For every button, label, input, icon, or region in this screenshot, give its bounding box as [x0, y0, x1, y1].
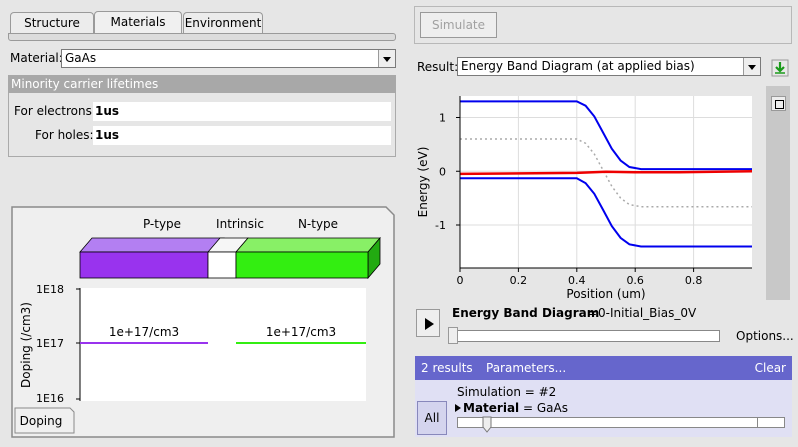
playback-title: Energy Band Diagram: [452, 306, 600, 320]
tab-structure-label: Structure: [24, 16, 80, 30]
playback-equals: =: [587, 306, 598, 320]
tab-materials[interactable]: Materials: [94, 11, 182, 34]
param-slider-divider: [757, 418, 758, 427]
param-name: Material: [463, 401, 520, 415]
y-tick-label: 1: [439, 112, 446, 125]
expand-triangle-icon[interactable]: [455, 404, 461, 412]
x-tick-label: 0.6: [626, 274, 644, 287]
holes-label: For holes:: [35, 128, 94, 142]
download-icon[interactable]: [771, 59, 789, 77]
electrons-label: For electrons:: [14, 104, 96, 118]
tab-panel-edge: [8, 33, 396, 41]
all-button[interactable]: All: [417, 401, 447, 435]
material-select[interactable]: GaAs: [61, 49, 396, 68]
doping-y-axis-label: Doping (/cm3): [19, 302, 33, 388]
play-button[interactable]: [416, 309, 440, 337]
material-select-value: GaAs: [65, 51, 97, 65]
parameters-link[interactable]: Parameters...: [486, 356, 566, 380]
y-tick-label: 0: [439, 165, 446, 178]
doping-tick-label: 1E17: [36, 337, 64, 350]
chart-x-label: Position (um): [566, 287, 645, 301]
chevron-down-icon[interactable]: [743, 58, 760, 75]
intrinsic-label: Intrinsic: [216, 217, 264, 231]
results-count: 2 results: [421, 361, 473, 375]
options-link[interactable]: Options...: [736, 329, 794, 343]
result-select[interactable]: Energy Band Diagram (at applied bias): [457, 57, 761, 76]
simulate-button[interactable]: Simulate: [420, 12, 497, 38]
chevron-down-icon[interactable]: [378, 50, 395, 67]
p-region-top: [79, 237, 225, 253]
maximize-icon[interactable]: [771, 96, 786, 111]
param-slider[interactable]: [457, 417, 785, 428]
simulate-button-label: Simulate: [431, 18, 486, 32]
playback-value: 0-Initial_Bias_0V: [598, 306, 697, 320]
chart-scrollbar[interactable]: [766, 86, 790, 300]
n-doping-value: 1e+17/cm3: [266, 325, 336, 339]
param-slider-thumb[interactable]: [482, 416, 492, 434]
simulation-label: Simulation = #2: [457, 385, 557, 399]
p-doping-value: 1e+17/cm3: [109, 325, 179, 339]
tab-materials-label: Materials: [110, 15, 166, 29]
electrons-lifetime-field[interactable]: 1us: [93, 102, 391, 121]
x-tick-label: 0.4: [568, 274, 586, 287]
result-label: Result:: [417, 60, 459, 74]
n-region[interactable]: [235, 251, 369, 279]
tab-structure[interactable]: Structure: [10, 12, 94, 34]
lifetimes-header: Minority carrier lifetimes: [8, 75, 396, 93]
param-row: Material = GaAs: [455, 401, 788, 416]
clear-link[interactable]: Clear: [755, 356, 786, 380]
param-value: = GaAs: [522, 401, 568, 415]
result-select-value: Energy Band Diagram (at applied bias): [461, 59, 695, 73]
chart-plot-area: [460, 96, 752, 268]
y-tick-label: -1: [435, 219, 446, 232]
x-tick-label: 0.8: [685, 274, 703, 287]
n-region-top: [235, 237, 381, 253]
x-tick-label: 0: [457, 274, 464, 287]
doping-plot-area: [80, 288, 366, 401]
tab-environment[interactable]: Environment: [183, 12, 263, 34]
holes-lifetime-field[interactable]: 1us: [93, 126, 391, 145]
tab-environment-label: Environment: [184, 16, 262, 30]
x-tick-label: 0.2: [510, 274, 528, 287]
p-type-label: P-type: [143, 217, 181, 231]
material-label: Material:: [10, 51, 63, 65]
playback-slider-thumb[interactable]: [448, 327, 458, 344]
p-region[interactable]: [79, 251, 209, 279]
device-panel: P-type Intrinsic N-type 1E18 1E17 1E16 D…: [11, 206, 395, 438]
doping-tab-label: Doping: [20, 414, 63, 428]
intrinsic-region[interactable]: [207, 251, 237, 279]
play-icon: [425, 318, 434, 330]
all-button-label: All: [424, 411, 440, 425]
doping-tick-label: 1E18: [36, 283, 64, 296]
playback-slider[interactable]: [448, 330, 720, 342]
doping-tick-label: 1E16: [36, 392, 64, 405]
results-bar: 2 results Parameters... Clear: [415, 356, 792, 380]
n-type-label: N-type: [298, 217, 338, 231]
band-diagram-chart: 0 0.2 0.4 0.6 0.8 1 0 -1 Position (um) Energy (…: [416, 96, 753, 301]
chart-y-label: Energy (eV): [416, 147, 430, 218]
